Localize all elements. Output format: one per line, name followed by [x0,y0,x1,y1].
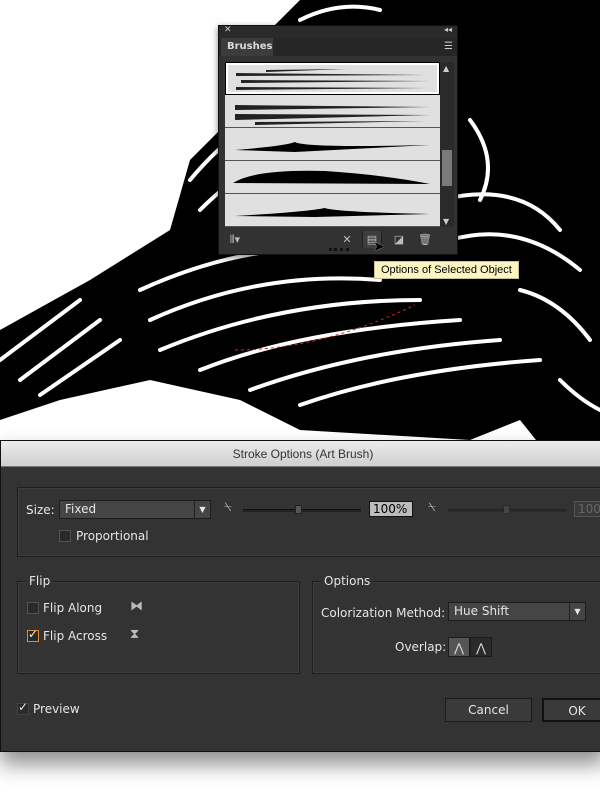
colorization-label: Colorization Method: [321,606,446,620]
scroll-thumb[interactable] [442,150,452,186]
ok-button[interactable]: OK [542,698,600,722]
options-legend: Options [321,574,374,588]
scroll-up-icon[interactable]: ▲ [443,64,449,73]
flip-across-label: Flip Across [43,629,108,643]
brush-list [225,62,440,227]
options-group: Options Colorization Method: Hue Shift ▼ … [312,574,600,674]
overlap-label: Overlap: [395,640,447,654]
variation-slider [448,505,566,514]
flip-group: Flip Flip Along ⧓ ✓ Flip Across ⧗ [17,574,300,674]
cursor-arrow-icon: ➤ [373,239,385,255]
panel-menu-icon[interactable]: ☰ [444,41,453,52]
proportional-checkbox[interactable] [59,530,71,542]
overlap-none-button[interactable]: ⋀ [470,637,492,657]
brush-item[interactable] [225,128,440,161]
size-percent-field[interactable]: 100% [369,501,413,517]
scroll-down-icon[interactable]: ▼ [443,217,449,226]
stroke-options-dialog: Stroke Options (Art Brush) Size: Fixed ▼ … [0,440,600,752]
overlap-adjust-button[interactable]: ⋀ [448,637,470,657]
size-dropdown[interactable]: Fixed ▼ [59,500,211,519]
close-icon[interactable]: ✕ [224,25,232,35]
flip-legend: Flip [26,574,54,588]
panel-tabs: Brushes ☰ [219,38,457,56]
cancel-button[interactable]: Cancel [445,698,532,722]
collapse-icon[interactable]: ◂◂ [444,25,452,34]
slider-handle[interactable] [295,505,302,514]
remove-stroke-icon[interactable]: ✕ [337,231,357,248]
brushes-panel: ✕ ◂◂ Brushes ☰ ▲ ▼ ⫴▾ ✕ ▤ ◪ 🗑 [218,25,458,255]
colorization-dropdown[interactable]: Hue Shift ▼ [448,602,586,621]
preview-label: Preview [33,702,80,716]
variation-percent-field: 100% [574,501,600,517]
chevron-down-icon: ▼ [194,501,210,518]
proportional-label: Proportional [76,529,149,543]
colorization-value: Hue Shift [454,604,510,618]
brush-item[interactable] [225,95,440,128]
flip-across-icon: ⧗ [130,627,140,642]
flip-along-icon: ⧓ [130,599,143,614]
checkmark-icon: ✓ [18,700,29,714]
brush-item[interactable] [225,161,440,194]
chevron-down-icon: ▼ [569,603,585,620]
tab-brushes[interactable]: Brushes [221,38,273,56]
brush-item[interactable] [225,62,440,95]
preview-checkbox[interactable]: ✓ [17,700,29,715]
new-brush-icon[interactable]: ◪ [389,231,409,248]
size-min-icon: ⍀ [224,500,232,515]
dialog-title: Stroke Options (Art Brush) [1,441,600,467]
flip-along-label: Flip Along [43,601,103,615]
size-value: Fixed [65,502,97,516]
slider-handle [503,505,510,514]
checkmark-icon: ✓ [28,627,39,641]
resize-grip[interactable] [329,248,349,252]
brush-libraries-icon[interactable]: ⫴▾ [225,231,245,248]
tooltip: Options of Selected Object [374,261,519,279]
size-label: Size: [26,503,55,517]
panel-toolbar: ⫴▾ ✕ ▤ ◪ 🗑 [219,229,457,249]
delete-icon[interactable]: 🗑 [415,231,435,248]
size-max-icon: ⍀ [428,500,436,515]
size-group: Size: Fixed ▼ ⍀ 100% ⍀ 100% Proportional [17,487,600,557]
brush-list-scrollbar[interactable]: ▲ ▼ [440,62,454,227]
size-slider[interactable] [243,505,361,514]
flip-across-checkbox[interactable]: ✓ [27,627,39,642]
panel-title-bar: ✕ ◂◂ [219,25,457,38]
flip-along-checkbox[interactable] [27,602,39,614]
brush-item[interactable] [225,194,440,227]
